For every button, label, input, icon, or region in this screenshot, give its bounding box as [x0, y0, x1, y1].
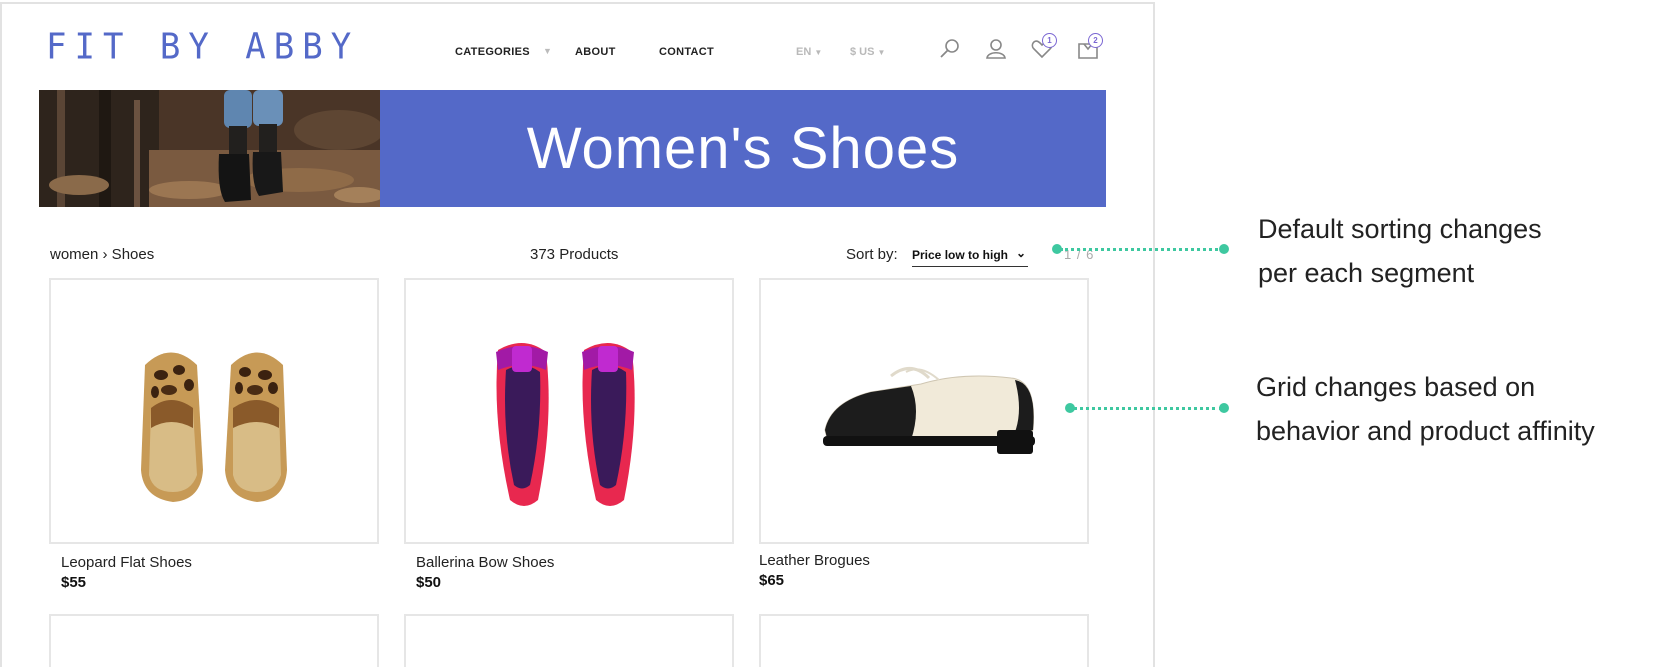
- nav-about[interactable]: ABOUT: [575, 46, 616, 58]
- product-card-leopard[interactable]: [49, 278, 379, 544]
- product-image-ballerina-flats: [496, 342, 635, 506]
- currency-value: $ US: [850, 46, 875, 58]
- product-count: 373 Products: [530, 246, 619, 263]
- category-banner: Women's Shoes: [39, 90, 1106, 207]
- annotation-line: Default sorting changes: [1258, 214, 1542, 244]
- search-icon[interactable]: [938, 37, 962, 61]
- chevron-down-icon: ▼: [543, 46, 552, 56]
- sort-value: Price low to high: [912, 248, 1009, 262]
- language-selector[interactable]: EN ▼: [796, 46, 822, 58]
- product-image-leather-brogues: [823, 367, 1035, 454]
- nav-categories[interactable]: CATEGORIES: [455, 46, 530, 58]
- chevron-down-icon: ▼: [814, 48, 823, 57]
- wishlist-count-badge: 1: [1042, 33, 1057, 48]
- product-card-brogues[interactable]: [759, 278, 1089, 544]
- product-name[interactable]: Leopard Flat Shoes: [61, 554, 192, 571]
- product-card-row2-2[interactable]: [404, 614, 734, 667]
- callout-leader-line: [1060, 248, 1223, 251]
- chevron-down-icon: ▼: [877, 48, 886, 57]
- annotation-grid: Grid changes based on behavior and produ…: [1256, 365, 1595, 453]
- product-price: $65: [759, 572, 785, 589]
- product-price: $50: [416, 574, 442, 591]
- product-card-ballerina[interactable]: [404, 278, 734, 544]
- product-price: $55: [61, 574, 87, 591]
- account-icon[interactable]: [984, 37, 1008, 61]
- product-card-row2-1[interactable]: [49, 614, 379, 667]
- currency-selector[interactable]: $ US ▼: [850, 46, 885, 58]
- cart-count-badge: 2: [1088, 33, 1103, 48]
- annotation-line: per each segment: [1258, 258, 1475, 288]
- product-name[interactable]: Leather Brogues: [759, 552, 870, 569]
- annotation-line: Grid changes based on: [1256, 372, 1536, 402]
- sort-label: Sort by:: [846, 246, 898, 263]
- brand-logo[interactable]: FIT BY ABBY: [46, 26, 359, 68]
- banner-photo: [39, 90, 380, 207]
- annotation-line: behavior and product affinity: [1256, 416, 1595, 446]
- product-card-row2-3[interactable]: [759, 614, 1089, 667]
- callout-leader-line: [1073, 407, 1223, 410]
- sort-dropdown[interactable]: Price low to high ⌄: [912, 246, 1028, 267]
- callout-dot: [1219, 244, 1229, 254]
- banner-title: Women's Shoes: [526, 116, 960, 181]
- browser-frame: FIT BY ABBY CATEGORIES ▼ ABOUT CONTACT E…: [0, 2, 1155, 667]
- nav-contact[interactable]: CONTACT: [659, 46, 714, 58]
- product-name[interactable]: Ballerina Bow Shoes: [416, 554, 554, 571]
- language-value: EN: [796, 46, 812, 58]
- annotation-sorting: Default sorting changes per each segment: [1258, 207, 1542, 295]
- chevron-down-icon: ⌄: [1015, 246, 1026, 260]
- breadcrumb[interactable]: women › Shoes: [50, 246, 154, 263]
- callout-dot: [1219, 403, 1229, 413]
- product-image-leopard-flats: [141, 352, 287, 502]
